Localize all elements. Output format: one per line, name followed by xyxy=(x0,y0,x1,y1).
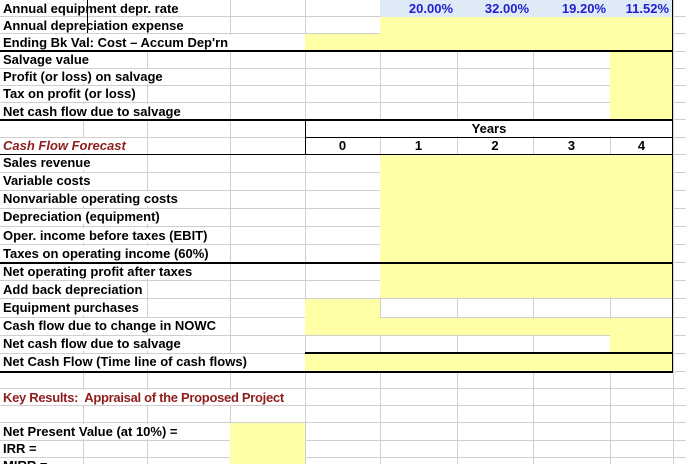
npv-input-cell[interactable] xyxy=(230,423,305,441)
nonvariable-costs-input-cells[interactable] xyxy=(380,190,673,209)
row-empty-1 xyxy=(0,372,686,389)
row-ending-book-value: Ending Bk Val: Cost – Accum Dep'rn xyxy=(0,34,686,52)
net-cf-salvage-forecast-input-cell[interactable] xyxy=(610,335,673,353)
depr-rate-year3-cell[interactable]: 19.20% xyxy=(533,1,610,16)
sales-revenue-label: Sales revenue xyxy=(0,155,95,171)
row-add-back-depreciation: Add back depreciation xyxy=(0,281,686,300)
variable-costs-input-cells[interactable] xyxy=(380,172,673,191)
annual-depr-rate-label: Annual equipment depr. rate xyxy=(0,0,183,16)
row-net-cash-flow: Net Cash Flow (Time line of cash flows) xyxy=(0,353,686,372)
nowc-input-cell-year4[interactable] xyxy=(610,317,673,336)
year-col-header-3: 3 xyxy=(567,138,576,153)
net-cf-salvage-input-cell[interactable] xyxy=(610,103,673,120)
sales-revenue-input-cells[interactable] xyxy=(380,154,673,173)
nowc-label: Cash flow due to change in NOWC xyxy=(0,318,221,334)
row-variable-costs: Variable costs xyxy=(0,172,686,191)
row-profit-on-salvage: Profit (or loss) on salvage xyxy=(0,68,686,86)
net-cash-flow-label: Net Cash Flow (Time line of cash flows) xyxy=(0,354,251,370)
row-net-cf-salvage-forecast: Net cash flow due to salvage xyxy=(0,335,686,354)
ending-book-value-label: Ending Bk Val: Cost – Accum Dep'rn xyxy=(0,34,233,50)
annual-depr-expense-label: Annual depreciation expense xyxy=(0,17,188,33)
border-below-ending-book-value xyxy=(0,50,673,53)
row-net-cf-salvage: Net cash flow due to salvage xyxy=(0,103,686,121)
border-right-edge xyxy=(671,0,674,372)
key-results-title: Key Results: Appraisal of the Proposed P… xyxy=(0,389,288,405)
add-back-depr-input-cells[interactable] xyxy=(380,281,673,299)
mirr-label: MIRR = xyxy=(0,458,52,464)
npv-label: Net Present Value (at 10%) = xyxy=(0,423,182,439)
year-col-header-2: 2 xyxy=(491,138,499,153)
row-mirr: MIRR = xyxy=(0,457,686,464)
net-cf-salvage-forecast-label: Net cash flow due to salvage xyxy=(0,336,185,352)
cash-flow-forecast-title: Cash Flow Forecast xyxy=(0,138,130,153)
years-header: Years xyxy=(305,120,673,136)
depr-rate-year2-cell[interactable]: 32.00% xyxy=(457,1,533,16)
depr-rate-year4-cell[interactable]: 11.52% xyxy=(610,1,673,16)
depreciation-equipment-label: Depreciation (equipment) xyxy=(0,209,164,225)
salvage-value-label: Salvage value xyxy=(0,52,93,68)
year-col-header-1: 1 xyxy=(414,138,423,153)
taxes-input-cells[interactable] xyxy=(380,245,673,263)
ending-book-value-input-cells[interactable] xyxy=(305,34,673,51)
variable-costs-label: Variable costs xyxy=(0,173,95,189)
salvage-value-input-cell[interactable] xyxy=(610,51,673,69)
row-nonvariable-costs: Nonvariable operating costs xyxy=(0,190,686,209)
ebit-label: Oper. income before taxes (EBIT) xyxy=(0,227,212,243)
profit-on-salvage-label: Profit (or loss) on salvage xyxy=(0,69,167,85)
border-below-taxes-row xyxy=(0,261,673,264)
year-col-header-4: 4 xyxy=(637,138,646,153)
profit-on-salvage-input-cell[interactable] xyxy=(610,68,673,86)
row-annual-depr-rate: Annual equipment depr. rate 20.00% 32.00… xyxy=(0,0,686,18)
row-depreciation-equipment: Depreciation (equipment) xyxy=(0,208,686,228)
row-taxes-on-operating-income: Taxes on operating income (60%) xyxy=(0,245,686,264)
add-back-depr-label: Add back depreciation xyxy=(0,281,147,297)
taxes-label: Taxes on operating income (60%) xyxy=(0,245,213,261)
net-cf-salvage-label: Net cash flow due to salvage xyxy=(0,103,185,119)
nowc-input-cells[interactable] xyxy=(305,317,610,335)
border-left-of-years-block xyxy=(305,119,307,155)
equipment-purchases-input-cell[interactable] xyxy=(305,299,380,318)
border-below-year-columns xyxy=(0,153,673,155)
border-below-salvage-section xyxy=(0,118,673,121)
border-below-net-cash-flow xyxy=(0,370,673,373)
row-years-header: Years xyxy=(0,120,686,138)
depr-expense-input-cells[interactable] xyxy=(380,17,673,35)
row-nopat: Net operating profit after taxes xyxy=(0,263,686,282)
mirr-input-cell[interactable] xyxy=(230,457,305,464)
nopat-label: Net operating profit after taxes xyxy=(0,263,197,279)
year-col-header-0: 0 xyxy=(338,138,347,153)
row-key-results: Key Results: Appraisal of the Proposed P… xyxy=(0,389,686,407)
tax-on-profit-input-cell[interactable] xyxy=(610,85,673,104)
irr-label: IRR = xyxy=(0,441,41,457)
equipment-purchases-label: Equipment purchases xyxy=(0,299,143,315)
nopat-input-cells[interactable] xyxy=(380,263,673,282)
row-tax-on-profit: Tax on profit (or loss) xyxy=(0,85,686,104)
irr-input-cell[interactable] xyxy=(230,440,305,458)
tax-on-profit-label: Tax on profit (or loss) xyxy=(0,86,140,102)
row-equipment-purchases: Equipment purchases xyxy=(0,299,686,318)
row-nowc-cash-flow: Cash flow due to change in NOWC xyxy=(0,317,686,336)
border-above-net-cash-flow xyxy=(305,352,673,355)
row-sales-revenue: Sales revenue xyxy=(0,154,686,173)
row-npv: Net Present Value (at 10%) = xyxy=(0,423,686,441)
ebit-input-cells[interactable] xyxy=(380,227,673,246)
spreadsheet-grid: Annual equipment depr. rate 20.00% 32.00… xyxy=(0,0,686,464)
row-cff-title-and-year-cols: Cash Flow Forecast 0 1 2 3 4 xyxy=(0,138,686,155)
row-salvage-value: Salvage value xyxy=(0,51,686,69)
border-below-years-header xyxy=(305,136,673,138)
row-empty-2 xyxy=(0,406,686,424)
row-annual-depr-expense: Annual depreciation expense xyxy=(0,17,686,35)
row-ebit: Oper. income before taxes (EBIT) xyxy=(0,227,686,246)
net-cash-flow-input-cells[interactable] xyxy=(305,353,673,371)
depreciation-equipment-input-cells[interactable] xyxy=(380,208,673,228)
nonvariable-costs-label: Nonvariable operating costs xyxy=(0,191,182,207)
cell-cursor-artifact xyxy=(87,0,89,33)
depr-rate-year1-cell[interactable]: 20.00% xyxy=(380,1,457,16)
row-irr: IRR = xyxy=(0,440,686,458)
